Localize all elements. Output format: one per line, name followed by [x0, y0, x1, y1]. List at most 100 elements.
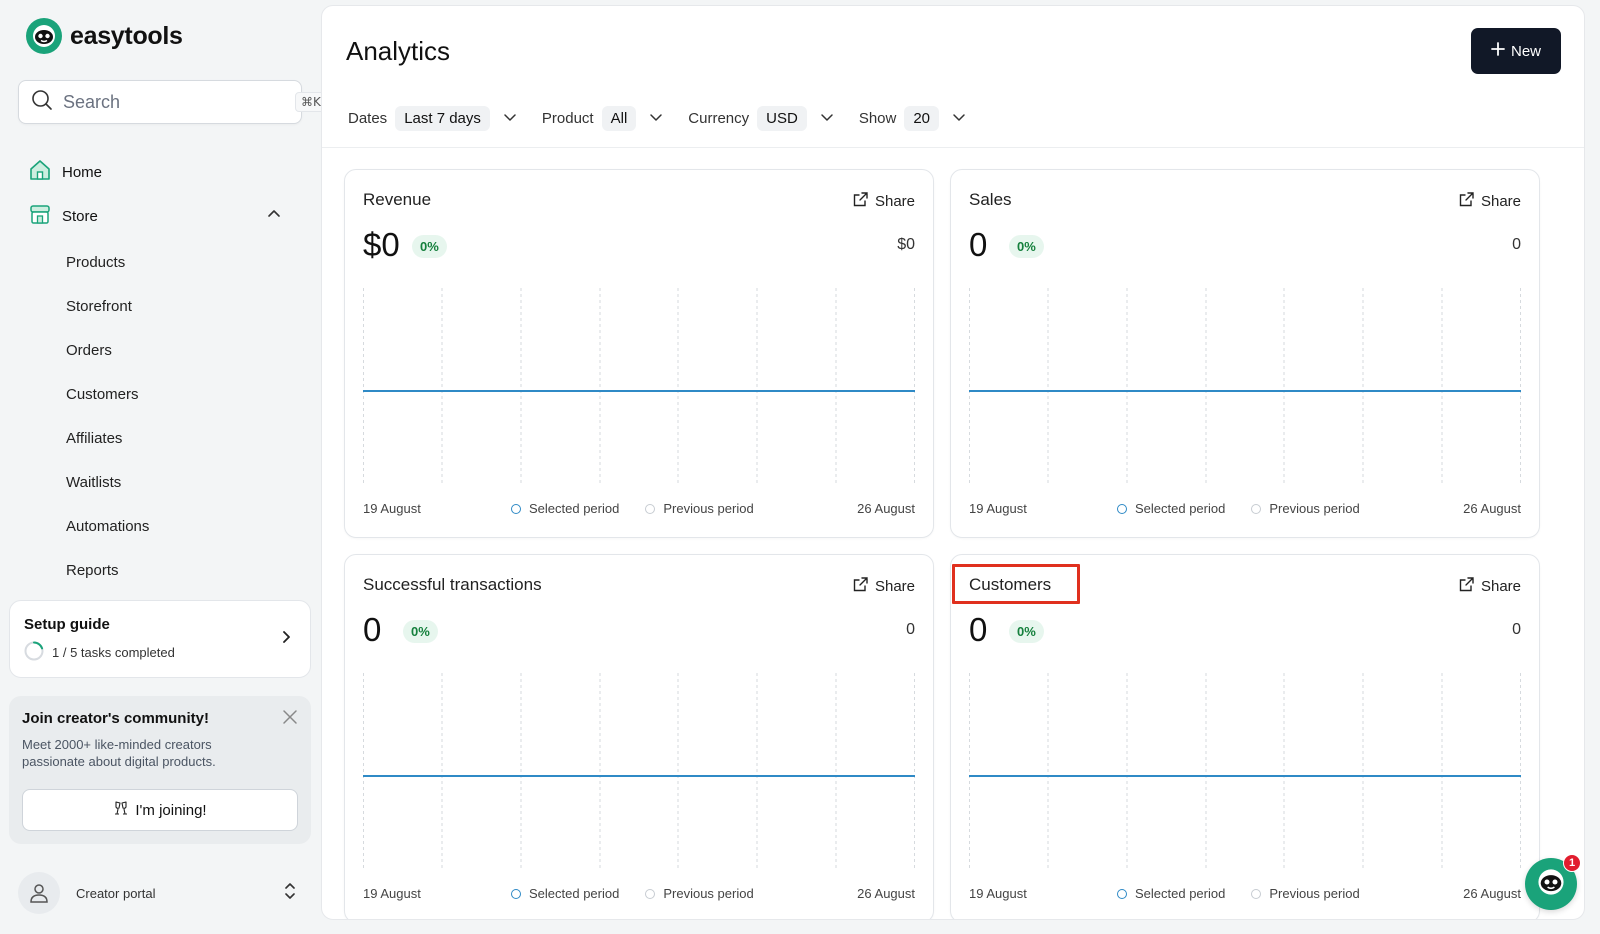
start-date: 19 August: [363, 501, 421, 516]
join-community-button[interactable]: I'm joining!: [22, 789, 298, 831]
external-link-icon: [852, 191, 869, 212]
legend-previous-period[interactable]: Previous period: [645, 501, 754, 516]
sidebar-item-storefront[interactable]: Storefront: [66, 298, 132, 315]
filter-currency[interactable]: Currency USD: [688, 106, 835, 131]
chevron-up-icon[interactable]: [266, 206, 282, 226]
filter-value: 20: [904, 106, 940, 131]
community-card: Join creator's community! Meet 2000+ lik…: [9, 696, 311, 844]
share-label: Share: [1480, 578, 1521, 595]
header-divider: [322, 147, 1584, 148]
legend-label: Selected period: [1135, 886, 1226, 901]
filter-bar: Dates Last 7 days Product All Currency U…: [348, 106, 991, 131]
legend-selected-period[interactable]: Selected period: [1117, 886, 1225, 901]
sidebar-item-affiliates[interactable]: Affiliates: [66, 430, 122, 447]
brand-name: easytools: [70, 21, 183, 50]
start-date: 19 August: [969, 886, 1027, 901]
end-date: 26 August: [1463, 886, 1521, 901]
chevron-up-down-icon: [282, 881, 298, 906]
selected-dot-icon: [511, 503, 521, 514]
share-button[interactable]: Share: [1458, 576, 1521, 597]
external-link-icon: [1458, 191, 1475, 212]
sidebar-item-customers[interactable]: Customers: [66, 386, 139, 403]
sidebar-item-reports[interactable]: Reports: [66, 562, 119, 579]
filter-dates[interactable]: Dates Last 7 days: [348, 106, 518, 131]
chart-legend: Selected period Previous period: [1117, 886, 1360, 901]
sidebar: easytools ⌘K Home Store Products Storefr…: [0, 0, 327, 934]
change-badge: 0%: [1009, 235, 1044, 258]
transactions-card: Successful transactions Share 0 0% 0 19 …: [344, 554, 934, 919]
filter-value: All: [601, 106, 637, 131]
analytics-panel: Analytics New Dates Last 7 days Product …: [321, 5, 1585, 920]
previous-value: 0: [1512, 621, 1521, 638]
legend-label: Selected period: [529, 501, 620, 516]
setup-guide-card[interactable]: Setup guide 1 / 5 tasks completed: [9, 600, 311, 678]
selected-dot-icon: [1117, 888, 1127, 899]
card-title: Successful transactions: [363, 575, 542, 594]
metric-value: $0: [363, 226, 400, 263]
community-title: Join creator's community!: [22, 710, 209, 727]
legend-label: Previous period: [1269, 886, 1360, 901]
share-label: Share: [1480, 193, 1521, 210]
progress-ring-icon: [24, 641, 44, 664]
filter-show[interactable]: Show 20: [859, 106, 967, 131]
external-link-icon: [1458, 576, 1475, 597]
share-label: Share: [874, 578, 915, 595]
sidebar-item-products[interactable]: Products: [66, 254, 125, 271]
plus-icon: [1491, 42, 1505, 60]
sidebar-item-orders[interactable]: Orders: [66, 342, 112, 359]
sidebar-item-automations[interactable]: Automations: [66, 518, 149, 535]
revenue-card: Revenue Share $0 0% $0 19 August Selecte…: [344, 169, 934, 538]
change-badge: 0%: [412, 235, 447, 258]
share-button[interactable]: Share: [852, 191, 915, 212]
previous-dot-icon: [1251, 888, 1262, 899]
filter-value: Last 7 days: [395, 106, 490, 131]
metric-chart: [969, 673, 1521, 869]
creator-portal-label: Creator portal: [76, 885, 156, 901]
search-input[interactable]: [63, 91, 295, 113]
filter-label: Product: [541, 110, 594, 127]
legend-previous-period[interactable]: Previous period: [645, 886, 754, 901]
legend-selected-period[interactable]: Selected period: [1117, 501, 1225, 516]
selected-dot-icon: [511, 888, 521, 899]
sloth-logo-icon: [26, 18, 62, 54]
previous-value: $0: [897, 236, 915, 253]
setup-guide-progress: 1 / 5 tasks completed: [52, 645, 175, 660]
legend-label: Previous period: [663, 501, 754, 516]
share-button[interactable]: Share: [852, 576, 915, 597]
sloth-chat-icon: [1535, 866, 1567, 903]
legend-label: Selected period: [529, 886, 620, 901]
creator-portal-switcher[interactable]: Creator portal: [18, 870, 298, 916]
chevron-down-icon: [648, 109, 664, 129]
chevron-down-icon: [951, 109, 967, 129]
legend-previous-period[interactable]: Previous period: [1251, 501, 1360, 516]
sidebar-item-waitlists[interactable]: Waitlists: [66, 474, 121, 491]
community-description: Meet 2000+ like-minded creators passiona…: [22, 737, 216, 769]
sales-card: Sales Share 0 0% 0 19 August Selected pe…: [950, 169, 1540, 538]
setup-guide-title: Setup guide: [24, 616, 110, 633]
new-button[interactable]: New: [1471, 28, 1561, 74]
join-button-label: I'm joining!: [135, 801, 207, 819]
notification-badge: 1: [1563, 854, 1581, 872]
start-date: 19 August: [363, 886, 421, 901]
chevron-down-icon: [819, 109, 835, 129]
cheers-icon: [113, 800, 129, 820]
chevron-down-icon: [502, 109, 518, 129]
legend-selected-period[interactable]: Selected period: [511, 501, 619, 516]
change-badge: 0%: [403, 620, 438, 643]
sidebar-item-store[interactable]: Store: [28, 202, 282, 230]
previous-value: 0: [906, 621, 915, 638]
share-button[interactable]: Share: [1458, 191, 1521, 212]
brand-logo[interactable]: easytools: [26, 18, 183, 54]
legend-label: Previous period: [1269, 501, 1360, 516]
chat-launcher[interactable]: 1: [1525, 854, 1581, 910]
sidebar-item-home[interactable]: Home: [28, 158, 102, 186]
card-title: Sales: [969, 190, 1012, 209]
close-icon[interactable]: [281, 708, 299, 731]
filter-label: Show: [858, 110, 897, 127]
user-avatar-icon: [18, 872, 60, 914]
end-date: 26 August: [1463, 501, 1521, 516]
filter-product[interactable]: Product All: [542, 106, 664, 131]
legend-previous-period[interactable]: Previous period: [1251, 886, 1360, 901]
search-box[interactable]: ⌘K: [18, 80, 327, 124]
legend-selected-period[interactable]: Selected period: [511, 886, 619, 901]
